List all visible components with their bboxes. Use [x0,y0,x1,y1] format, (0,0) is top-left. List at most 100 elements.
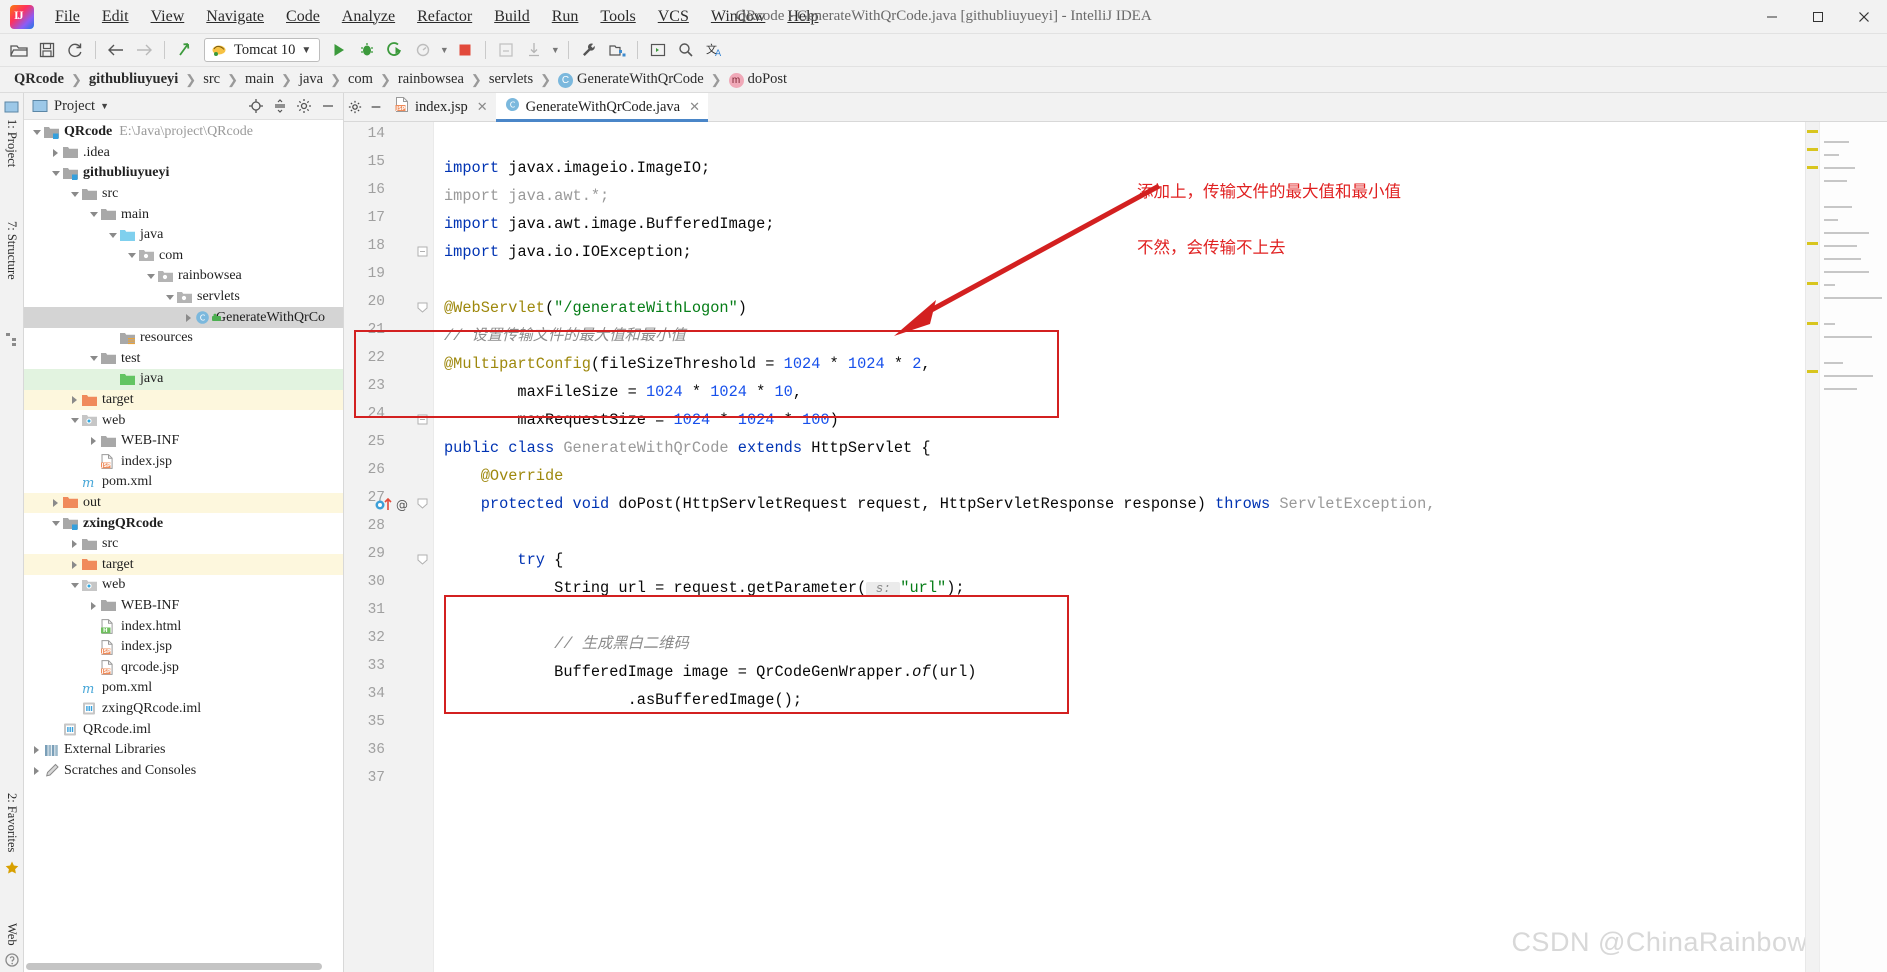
breadcrumb-item-servlets[interactable]: servlets [485,71,537,88]
project-tree-hscrollbar[interactable] [26,963,322,970]
tree-node-qrcode-jsp[interactable]: JSPqrcode.jsp [24,657,343,678]
rail-item-project[interactable]: 1: Project [4,119,19,167]
menu-build[interactable]: Build [483,5,541,29]
code-line[interactable]: maxFileSize = 1024 * 1024 * 10, [444,378,802,406]
tree-node-index-html[interactable]: Hindex.html [24,616,343,637]
maximize-button[interactable] [1795,0,1841,34]
tree-expand-arrow-icon[interactable] [68,579,81,592]
code-line[interactable]: import java.awt.*; [444,182,609,210]
menu-vcs[interactable]: VCS [647,5,700,29]
breadcrumb-item-qrcode[interactable]: QRcode [10,71,68,88]
fold-collapse-icon[interactable] [417,554,428,565]
tree-expand-arrow-icon[interactable] [87,208,100,221]
settings-wrench-icon[interactable] [576,38,602,63]
breadcrumb-item-githubliuyueyi[interactable]: githubliuyueyi [85,71,182,88]
menu-bar[interactable]: File Edit View Navigate Code Analyze Ref… [44,5,829,29]
tree-expand-arrow-icon[interactable] [30,744,43,757]
code-line[interactable]: @WebServlet("/generateWithLogon") [444,294,747,322]
tree-expand-arrow-icon[interactable] [49,496,62,509]
tree-node-index-jsp[interactable]: JSPindex.jsp [24,452,343,473]
tree-expand-arrow-icon[interactable] [163,291,176,304]
tree-node-resources[interactable]: resources [24,328,343,349]
tree-node-external-libraries[interactable]: External Libraries [24,740,343,761]
forward-arrow-icon[interactable] [131,38,157,63]
menu-file[interactable]: File [44,5,91,29]
close-button[interactable] [1841,0,1887,34]
tree-node-pom-xml[interactable]: mpom.xml [24,678,343,699]
menu-help[interactable]: Help [776,5,829,29]
project-structure-icon[interactable] [604,38,630,63]
tree-expand-arrow-icon[interactable] [68,394,81,407]
code-line[interactable]: public class GenerateWithQrCode extends … [444,434,931,462]
tree-node-target[interactable]: target [24,390,343,411]
breadcrumb-item-class[interactable]: CGenerateWithQrCode [554,71,708,88]
sync-icon[interactable] [62,38,88,63]
tree-node-java[interactable]: java [24,369,343,390]
menu-analyze[interactable]: Analyze [331,5,406,29]
tree-expand-arrow-icon[interactable] [106,229,119,242]
rail-item-structure[interactable]: 7: Structure [4,221,19,280]
menu-run[interactable]: Run [541,5,590,29]
project-tree[interactable]: QRcodeE:\Java\project\QRcode.ideagithubl… [24,120,343,972]
code-line[interactable]: @Override [444,462,563,490]
breadcrumb-item-method[interactable]: mdoPost [725,71,792,88]
tree-expand-arrow-icon[interactable] [49,517,62,530]
breadcrumb-item-com[interactable]: com [344,71,377,88]
tree-node-web-inf[interactable]: WEB-INF [24,431,343,452]
collapse-all-icon[interactable] [270,97,289,116]
code-line[interactable]: // 设置传输文件的最大值和最小值 [444,322,686,350]
tree-expand-arrow-icon[interactable] [87,599,100,612]
editor-hide-icon[interactable] [365,93,386,121]
tree-expand-arrow-icon[interactable] [87,352,100,365]
tree-expand-arrow-icon[interactable] [30,764,43,777]
tree-expand-arrow-icon[interactable] [87,435,100,448]
code-editor[interactable]: 1415161718192021222324252627282930313233… [344,122,1887,972]
tree-node-target[interactable]: target [24,554,343,575]
tab-index-jsp[interactable]: JSP index.jsp ✕ [386,93,496,121]
console-icon[interactable] [645,38,671,63]
tree-expand-arrow-icon[interactable] [68,538,81,551]
code-text[interactable]: import javax.imageio.ImageIO;import java… [434,122,1805,972]
back-arrow-icon[interactable] [103,38,129,63]
tree-node-src[interactable]: src [24,534,343,555]
tree-expand-arrow-icon[interactable] [68,188,81,201]
tree-node-qrcode[interactable]: QRcodeE:\Java\project\QRcode [24,122,343,143]
tree-node-web[interactable]: web [24,575,343,596]
code-line[interactable]: import javax.imageio.ImageIO; [444,154,710,182]
tree-node-src[interactable]: src [24,184,343,205]
fold-marker-icon[interactable] [417,246,428,257]
menu-edit[interactable]: Edit [91,5,140,29]
tree-node-scratches-and-consoles[interactable]: Scratches and Consoles [24,760,343,781]
update-project-icon[interactable] [172,38,198,63]
editor-gutter[interactable]: 1415161718192021222324252627282930313233… [344,122,434,972]
breadcrumb-item-main[interactable]: main [241,71,278,88]
tree-node-test[interactable]: test [24,349,343,370]
code-line[interactable]: .asBufferedImage(); [444,686,802,714]
tree-node-com[interactable]: com [24,246,343,267]
tree-node-githubliuyueyi[interactable]: githubliuyueyi [24,163,343,184]
tree-expand-arrow-icon[interactable] [68,558,81,571]
tab-generatewithqrcode-java[interactable]: C GenerateWithQrCode.java ✕ [496,93,708,121]
tree-node-pom-xml[interactable]: mpom.xml [24,472,343,493]
menu-view[interactable]: View [140,5,196,29]
open-folder-icon[interactable] [6,38,32,63]
fold-collapse-icon[interactable] [417,498,428,509]
menu-refactor[interactable]: Refactor [406,5,483,29]
code-line[interactable]: String url = request.getParameter( s: "u… [444,574,965,603]
tree-node-generatewithqrco[interactable]: CGenerateWithQrCo [24,307,343,328]
tree-expand-arrow-icon[interactable] [49,167,62,180]
minimize-button[interactable] [1749,0,1795,34]
save-icon[interactable] [34,38,60,63]
tree-node-zxingqrcode[interactable]: zxingQRcode [24,513,343,534]
code-line[interactable]: import java.io.IOException; [444,238,692,266]
tree-expand-arrow-icon[interactable] [182,311,195,324]
menu-code[interactable]: Code [275,5,331,29]
stop-icon[interactable] [452,38,478,63]
breadcrumb-item-rainbowsea[interactable]: rainbowsea [394,71,468,88]
locate-icon[interactable] [246,97,265,116]
editor-settings-gear-icon[interactable] [344,93,365,121]
tree-node--idea[interactable]: .idea [24,143,343,164]
code-line[interactable]: import java.awt.image.BufferedImage; [444,210,774,238]
translate-icon[interactable]: 文A [701,38,727,63]
hide-panel-icon[interactable] [318,97,337,116]
